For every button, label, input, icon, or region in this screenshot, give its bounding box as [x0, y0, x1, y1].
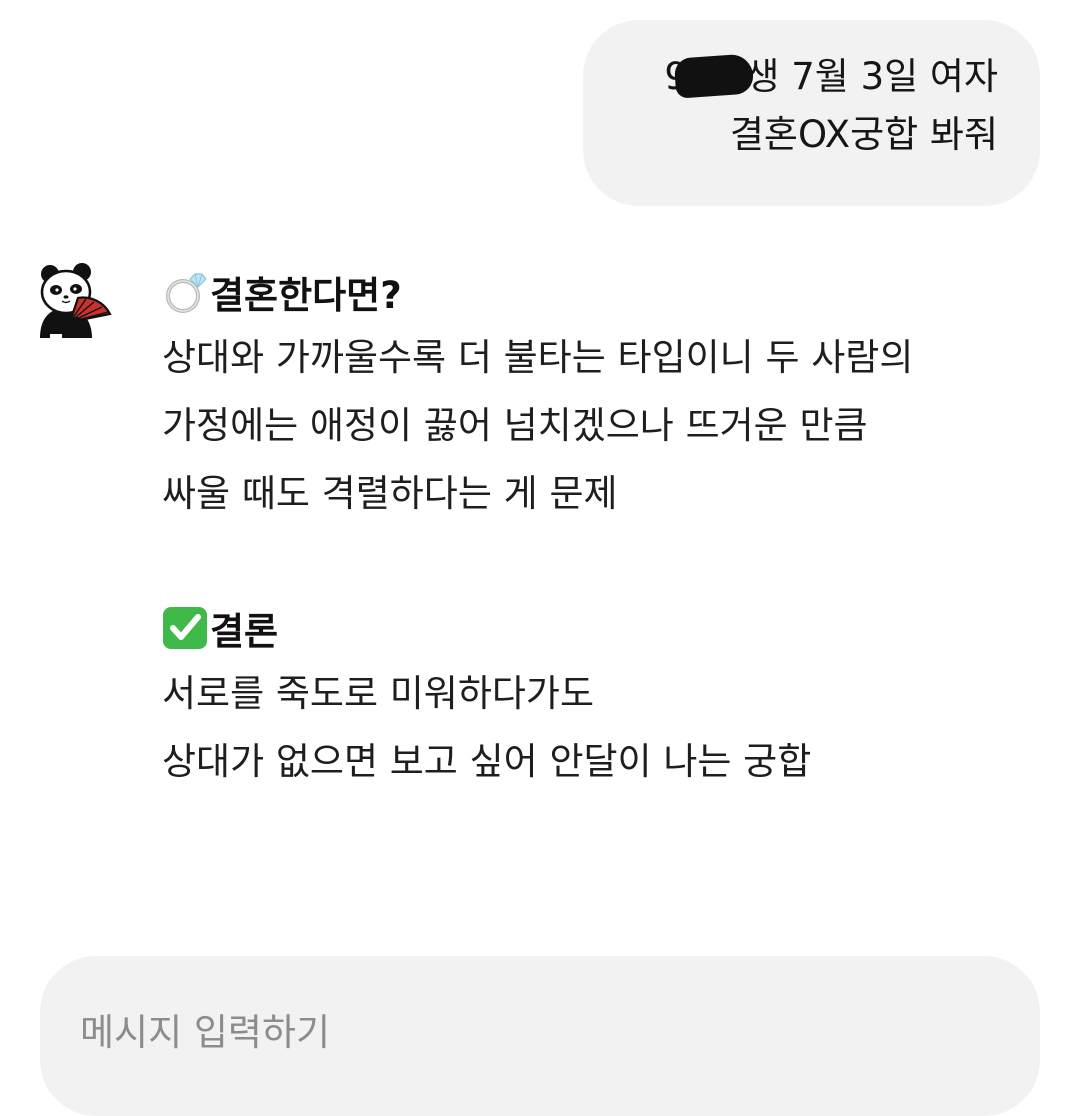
- message-input-placeholder: 메시지 입력하기: [80, 1011, 331, 1054]
- redaction-mark: [673, 53, 755, 99]
- section-title-marriage: 결혼한다면?: [210, 274, 402, 317]
- bot-message: 결혼한다면? 상대와 가까울수록 더 불타는 타입이니 두 사람의 가정에는 애…: [162, 260, 1042, 796]
- message-line: 싸울 때도 격렬하다는 게 문제: [162, 472, 618, 515]
- section-heading-conclusion: 결론: [162, 596, 1042, 660]
- user-message-line-2: 결혼OX궁합 봐줘: [729, 113, 998, 156]
- user-message-bubble: 96년생 7월 3일 여자 결혼OX궁합 봐줘: [583, 20, 1040, 206]
- section-title-conclusion: 결론: [210, 610, 279, 653]
- section-heading-marriage: 결혼한다면?: [162, 260, 1042, 324]
- message-line: 상대가 없으면 보고 싶어 안달이 나는 궁합: [162, 740, 812, 783]
- message-line: 상대와 가까울수록 더 불타는 타입이니 두 사람의: [162, 336, 914, 379]
- panda-with-fan-icon[interactable]: [36, 262, 118, 342]
- message-line: 가정에는 애정이 끓어 넘치겠으나 뜨거운 만큼: [162, 404, 868, 447]
- message-input[interactable]: 메시지 입력하기: [40, 956, 1040, 1116]
- message-line: 서로를 죽도로 미워하다가도: [162, 672, 595, 715]
- ring-icon: [162, 269, 208, 315]
- check-mark-icon: [162, 605, 208, 651]
- avatar-image: [40, 263, 112, 342]
- user-message-line-1: 96년생 7월 3일 여자: [625, 48, 998, 106]
